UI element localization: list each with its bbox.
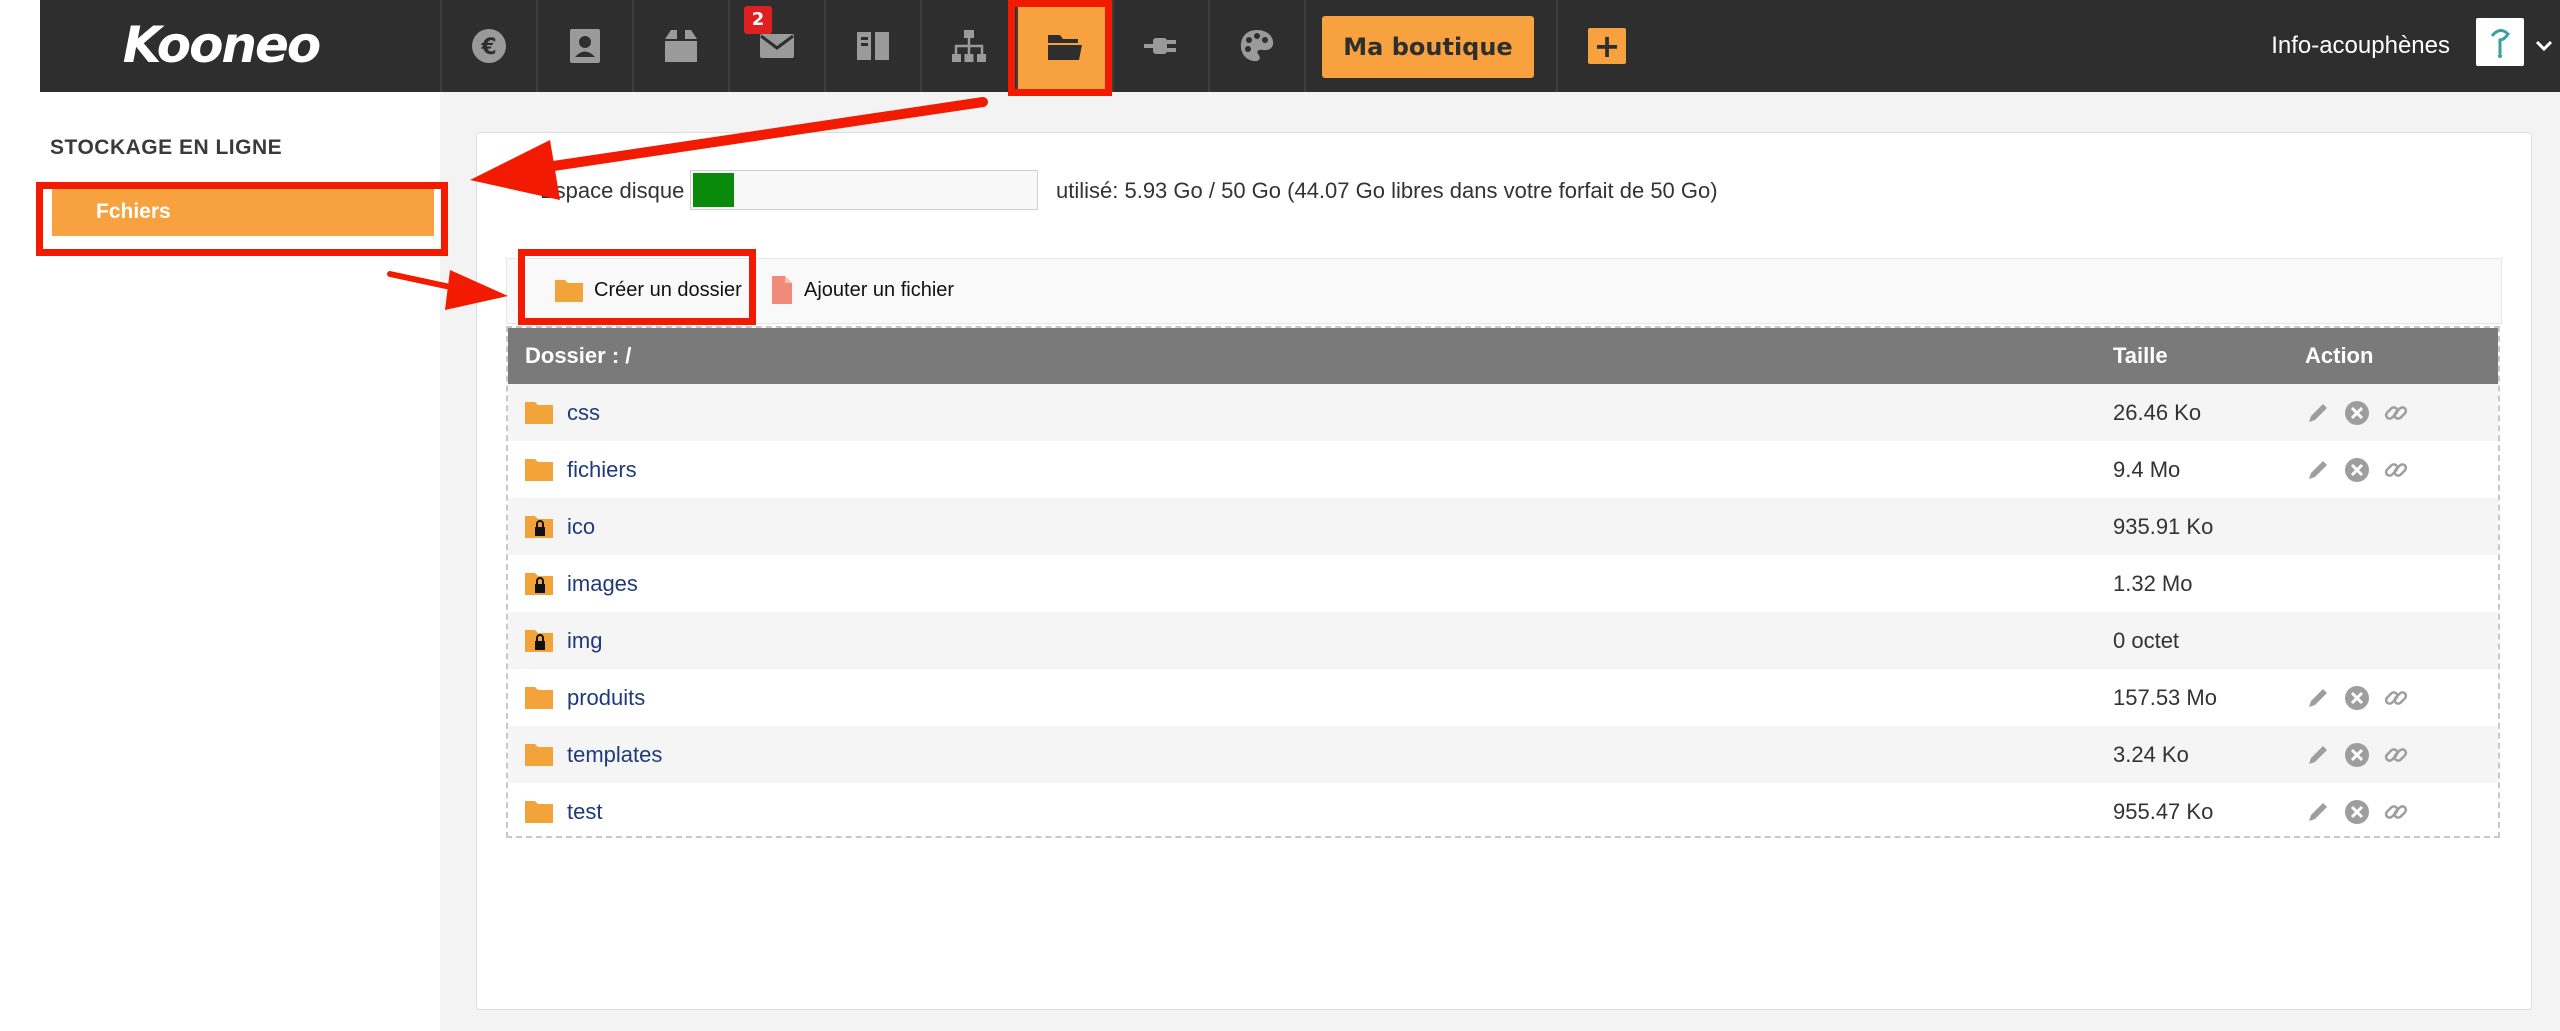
table-row: img 0 octet	[508, 612, 2498, 669]
contacts-icon	[570, 29, 600, 63]
folder-name-link[interactable]: fichiers	[567, 441, 637, 498]
folder-name-link[interactable]: ico	[567, 498, 595, 555]
folder-name-link[interactable]: img	[567, 612, 602, 669]
palette-icon	[1240, 30, 1274, 62]
locked-folder-icon	[525, 630, 553, 652]
folder-icon	[525, 744, 553, 766]
file-icon	[772, 276, 792, 304]
disk-usage-fill	[693, 173, 734, 207]
delete-icon[interactable]	[2344, 685, 2370, 711]
disk-usage-info: utilisé: 5.93 Go / 50 Go (44.07 Go libre…	[1056, 178, 1718, 203]
delete-icon[interactable]	[2344, 799, 2370, 825]
chevron-down-icon[interactable]	[2532, 30, 2556, 60]
folder-icon	[525, 402, 553, 424]
nav-contacts-button[interactable]	[538, 0, 632, 92]
link-icon[interactable]	[2383, 400, 2409, 426]
nav-sitemap-button[interactable]	[922, 0, 1016, 92]
folder-name-link[interactable]: css	[567, 384, 600, 441]
locked-folder-icon	[525, 516, 553, 538]
folder-size: 0 octet	[2113, 628, 2180, 653]
nav-separator	[1556, 0, 1558, 92]
folder-size: 955.47 Ko	[2113, 799, 2214, 824]
disk-usage-bar	[690, 170, 1038, 210]
highlight-sidebar-files	[36, 182, 448, 256]
link-icon[interactable]	[2383, 799, 2409, 825]
mail-count-badge: 2	[744, 6, 772, 34]
add-button[interactable]: +	[1588, 28, 1626, 64]
folder-name-link[interactable]: templates	[567, 726, 662, 783]
folder-icon	[525, 687, 553, 709]
locked-folder-icon	[525, 573, 553, 595]
book-icon	[857, 32, 889, 60]
delete-icon[interactable]	[2344, 457, 2370, 483]
disk-space-label: Espace disque	[540, 178, 685, 203]
kooneo-logo[interactable]: Kooneo	[96, 14, 346, 76]
add-file-label: Ajouter un fichier	[804, 278, 955, 301]
folder-size: 935.91 Ko	[2113, 514, 2214, 539]
svg-text:€: €	[480, 35, 496, 60]
edit-icon[interactable]	[2305, 742, 2331, 768]
euro-icon: €	[472, 29, 506, 63]
folder-name-link[interactable]: test	[567, 783, 602, 840]
table-row: fichiers 9.4 Mo	[508, 441, 2498, 498]
link-icon[interactable]	[2383, 457, 2409, 483]
folder-size: 157.53 Mo	[2113, 685, 2217, 710]
edit-icon[interactable]	[2305, 685, 2331, 711]
sitemap-icon	[952, 30, 986, 62]
plug-icon	[1144, 38, 1176, 54]
user-name[interactable]: Info-acouphènes	[2250, 26, 2450, 66]
delete-icon[interactable]	[2344, 742, 2370, 768]
user-logo-icon	[2490, 29, 2510, 58]
folder-name-link[interactable]: images	[567, 555, 638, 612]
highlight-create-folder	[518, 249, 756, 325]
table-row: css 26.46 Ko	[508, 384, 2498, 441]
nav-book-button[interactable]	[826, 0, 920, 92]
nav-euro-button[interactable]: €	[442, 0, 536, 92]
delete-icon[interactable]	[2344, 400, 2370, 426]
nav-separator	[1304, 0, 1306, 92]
add-file-button[interactable]: Ajouter un fichier	[770, 270, 954, 310]
folder-size: 1.32 Mo	[2113, 571, 2193, 596]
table-header: Dossier : / Taille Action	[508, 328, 2498, 384]
table-row: images 1.32 Mo	[508, 555, 2498, 612]
table-row: templates 3.24 Ko	[508, 726, 2498, 783]
edit-icon[interactable]	[2305, 400, 2331, 426]
avatar[interactable]	[2476, 18, 2524, 66]
folder-size: 26.46 Ko	[2113, 400, 2202, 425]
folder-icon	[525, 801, 553, 823]
nav-box-button[interactable]	[634, 0, 728, 92]
sidebar-title: STOCKAGE EN LIGNE	[50, 136, 283, 159]
table-row: produits 157.53 Mo	[508, 669, 2498, 726]
nav-plugin-button[interactable]	[1114, 0, 1208, 92]
my-shop-button[interactable]: Ma boutique	[1322, 16, 1534, 78]
folder-size: 9.4 Mo	[2113, 457, 2181, 482]
column-header-size: Taille	[2113, 343, 2168, 368]
column-header-folder: Dossier : /	[525, 343, 632, 368]
edit-icon[interactable]	[2305, 799, 2331, 825]
table-row: ico 935.91 Ko	[508, 498, 2498, 555]
link-icon[interactable]	[2383, 685, 2409, 711]
box-icon	[665, 30, 697, 62]
highlight-files-nav	[1008, 0, 1112, 96]
table-row: test 955.47 Ko	[508, 783, 2498, 840]
edit-icon[interactable]	[2305, 457, 2331, 483]
column-header-action: Action	[2305, 343, 2374, 368]
link-icon[interactable]	[2383, 742, 2409, 768]
folder-size: 3.24 Ko	[2113, 742, 2189, 767]
folder-name-link[interactable]: produits	[567, 669, 645, 726]
folder-icon	[525, 459, 553, 481]
nav-design-button[interactable]	[1210, 0, 1304, 92]
